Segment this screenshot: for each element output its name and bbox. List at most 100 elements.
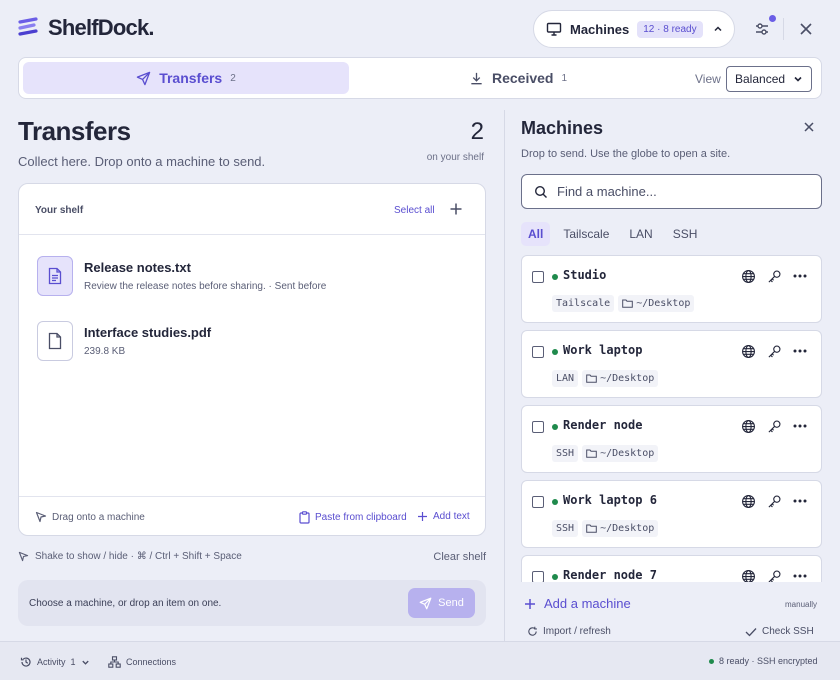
tab-received-count: 1 [561,72,568,84]
download-icon [469,71,484,86]
more-options-icon[interactable] [792,418,808,434]
network-badge: LAN [552,370,579,387]
send-hint: Choose a machine, or drop an item on one… [29,598,222,609]
shelf-footer: Drag onto a machine Paste from clipboard… [19,496,485,536]
plus-icon [449,202,463,216]
activity-menu[interactable]: Activity 1 [20,656,90,668]
ready-status-dot [552,574,558,580]
import-refresh-label: Import / refresh [543,626,611,637]
machine-card[interactable]: Studio Tailscale ~/Desktop [521,255,822,323]
activity-count: 1 [70,657,76,667]
filter-tailscale[interactable]: Tailscale [556,222,616,246]
close-window-button[interactable] [794,17,818,41]
shelf-count-label: on your shelf [426,152,484,163]
shelf-header: Your shelf Select all [19,184,485,235]
import-refresh-button[interactable]: Import / refresh [527,626,611,637]
shelf-title: Your shelf [35,205,84,216]
machine-actions [740,493,808,509]
add-text-label: Add text [433,511,470,522]
machines-toggle-button[interactable]: Machines 12 · 8 ready [533,10,735,48]
machine-card[interactable]: Work laptop 6 SSH ~/Desktop [521,480,822,548]
key-icon[interactable] [766,418,782,434]
close-machines-panel-button[interactable] [803,121,815,133]
connection-status: 8 ready · SSH encrypted [709,656,818,666]
machine-checkbox[interactable] [532,271,544,283]
more-options-icon[interactable] [792,343,808,359]
add-machine-mode: manually [785,600,818,609]
more-options-icon[interactable] [792,568,808,582]
globe-icon[interactable] [740,493,756,509]
tab-transfers-label: Transfers [159,70,223,86]
checkmark-icon [745,627,757,637]
check-ssh-button[interactable]: Check SSH [745,626,814,637]
globe-icon[interactable] [740,418,756,434]
settings-sliders-button[interactable] [750,15,776,41]
send-button[interactable]: Send [408,588,475,618]
machine-tags: LAN ~/Desktop [552,370,659,387]
add-machine-label: Add a machine [544,596,631,611]
machines-ready-badge: 12 · 8 ready [637,20,703,38]
status-bar: Activity 1 Connections 8 ready · SSH enc… [0,641,840,680]
machine-actions [740,418,808,434]
add-item-button[interactable] [449,202,463,216]
add-machine-button[interactable]: Add a machine [524,596,631,611]
main-tabbar: Transfers 2 Received 1 View Balanced [18,57,822,99]
network-badge: Tailscale [552,295,615,312]
activity-label: Activity [37,657,66,667]
app-logo: ShelfDock. [18,14,155,42]
select-all-button[interactable]: Select all [394,205,435,216]
send-button-label: Send [438,597,464,609]
ready-status-dot [552,349,558,355]
globe-icon[interactable] [740,343,756,359]
more-options-icon[interactable] [792,268,808,284]
machine-path: ~/Desktop [636,298,691,309]
machine-checkbox[interactable] [532,496,544,508]
machine-checkbox[interactable] [532,571,544,582]
view-select-value: Balanced [735,72,786,86]
shelf-item[interactable]: Interface studies.pdf 239.8 KB [35,321,465,365]
machine-card[interactable]: Work laptop LAN ~/Desktop [521,330,822,398]
view-select[interactable]: Balanced [726,66,812,92]
machine-checkbox[interactable] [532,346,544,358]
filter-all[interactable]: All [521,222,551,246]
globe-icon[interactable] [740,268,756,284]
machine-search-input[interactable] [557,184,797,199]
key-icon[interactable] [766,268,782,284]
path-badge: ~/Desktop [582,445,659,462]
clear-shelf-button[interactable]: Clear shelf [433,551,486,563]
shelf-item-name: Release notes.txt [84,260,191,275]
shelf-item-meta: 239.8 KB [84,346,126,357]
connections-button[interactable]: Connections [108,656,176,668]
key-icon[interactable] [766,568,782,582]
add-text-button[interactable]: Add text [417,511,470,522]
check-ssh-label: Check SSH [762,626,814,637]
app-name: ShelfDock. [48,15,155,40]
more-options-icon[interactable] [792,493,808,509]
machine-checkbox[interactable] [532,421,544,433]
shelf-item[interactable]: Release notes.txt Review the release not… [35,256,465,300]
filter-ssh[interactable]: SSH [666,222,705,246]
machine-card[interactable]: Render node 7SSH~/Desktop [521,555,822,582]
machine-search-field[interactable] [521,174,822,209]
send-bar: Choose a machine, or drop an item on one… [18,580,486,626]
shortcut-hint-row: Shake to show / hide · ⌘ / Ctrl + Shift … [18,551,486,565]
page-subtitle: Collect here. Drop onto a machine to sen… [18,154,266,169]
machine-tags: SSH ~/Desktop [552,445,659,462]
machine-filter-tabs: All Tailscale LAN SSH [521,222,704,246]
key-icon[interactable] [766,343,782,359]
shortcut-hint-label: Shake to show / hide · ⌘ / Ctrl + Shift … [35,551,242,562]
machine-card[interactable]: Render node SSH ~/Desktop [521,405,822,473]
tab-transfers[interactable]: Transfers 2 [23,62,349,94]
key-icon[interactable] [766,493,782,509]
plus-icon [417,511,428,522]
tab-received[interactable]: Received 1 [355,62,681,94]
header-divider [783,18,784,40]
paste-clipboard-button[interactable]: Paste from clipboard [299,511,407,524]
machine-name: Studio [563,268,607,282]
shelf-count: 2 [470,118,484,145]
filter-lan[interactable]: LAN [622,222,659,246]
drag-hint: Drag onto a machine [35,511,145,523]
path-badge: ~/Desktop [582,520,659,537]
tab-transfers-count: 2 [230,72,236,84]
globe-icon[interactable] [740,568,756,582]
